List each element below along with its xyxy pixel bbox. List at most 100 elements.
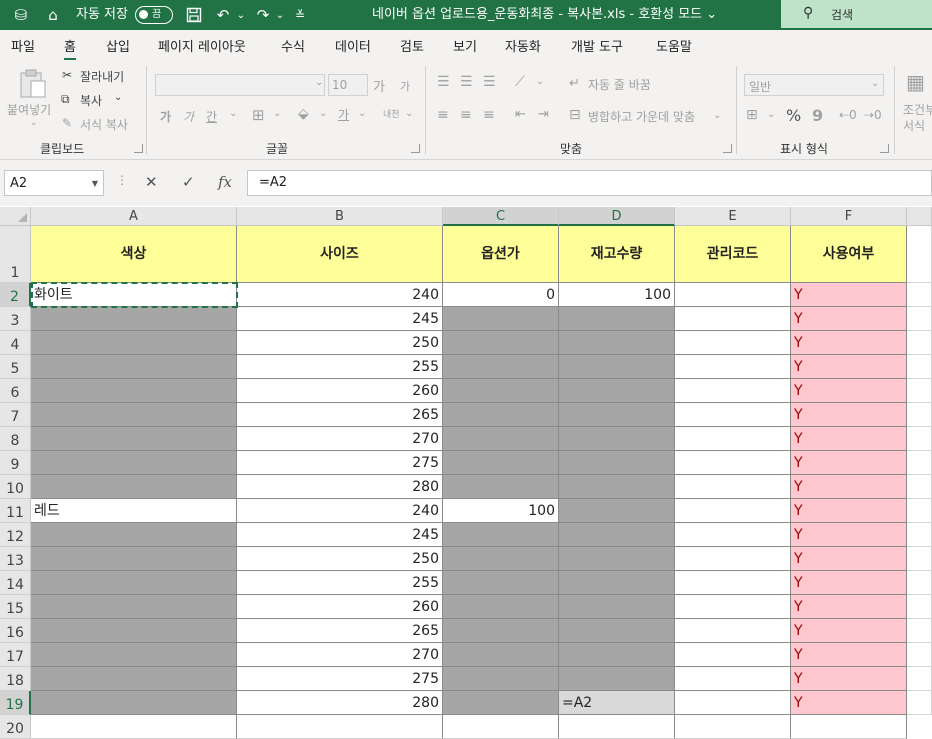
- undo-dropdown-icon[interactable]: ⌄: [235, 0, 247, 30]
- name-box-dropdown-icon[interactable]: ▼: [92, 179, 98, 188]
- header-cell[interactable]: 사이즈: [237, 226, 443, 283]
- table-cell[interactable]: 270: [237, 643, 443, 667]
- bold-button[interactable]: 가: [160, 108, 171, 125]
- header-cell[interactable]: 색상: [31, 226, 237, 283]
- cut-icon[interactable]: ✂: [62, 68, 72, 82]
- table-cell[interactable]: Y: [791, 619, 907, 643]
- table-cell[interactable]: [675, 499, 791, 523]
- table-cell[interactable]: [31, 571, 237, 595]
- row-header-11[interactable]: 11: [0, 499, 31, 523]
- table-cell[interactable]: [791, 715, 907, 739]
- table-cell[interactable]: [31, 619, 237, 643]
- column-header-b[interactable]: B: [237, 207, 443, 226]
- table-cell[interactable]: =A2: [559, 691, 675, 715]
- column-header-a[interactable]: A: [31, 207, 237, 226]
- borders-dropdown-icon[interactable]: ⌄: [273, 108, 281, 119]
- table-cell[interactable]: [31, 595, 237, 619]
- table-cell[interactable]: 화이트: [31, 283, 237, 307]
- table-cell[interactable]: [675, 475, 791, 499]
- table-cell[interactable]: Y: [791, 307, 907, 331]
- table-cell[interactable]: 260: [237, 379, 443, 403]
- table-cell[interactable]: [675, 307, 791, 331]
- fill-color-icon[interactable]: ⬙: [298, 106, 309, 122]
- table-cell[interactable]: [559, 523, 675, 547]
- table-cell[interactable]: [559, 643, 675, 667]
- table-cell[interactable]: [559, 331, 675, 355]
- table-cell[interactable]: Y: [791, 643, 907, 667]
- table-cell[interactable]: [675, 571, 791, 595]
- table-cell[interactable]: [31, 667, 237, 691]
- table-cell[interactable]: [443, 667, 559, 691]
- decrease-indent-icon[interactable]: ⇤: [515, 107, 526, 122]
- paste-button[interactable]: 붙여넣기: [7, 101, 51, 118]
- row-header-15[interactable]: 15: [0, 595, 31, 619]
- table-cell[interactable]: [559, 571, 675, 595]
- undo-icon[interactable]: ↶: [212, 0, 234, 30]
- table-cell[interactable]: [907, 691, 932, 715]
- table-cell[interactable]: [443, 379, 559, 403]
- table-cell[interactable]: [31, 547, 237, 571]
- table-cell[interactable]: [907, 499, 932, 523]
- table-cell[interactable]: [675, 355, 791, 379]
- clipboard-launcher-icon[interactable]: [134, 144, 143, 153]
- table-cell[interactable]: Y: [791, 451, 907, 475]
- row-header-17[interactable]: 17: [0, 643, 31, 667]
- table-cell[interactable]: Y: [791, 547, 907, 571]
- phonetic-button[interactable]: 내천: [383, 107, 400, 120]
- tab-home[interactable]: 홈: [64, 36, 76, 61]
- wrap-text-button[interactable]: 자동 줄 바꿈: [588, 76, 651, 93]
- row-header-7[interactable]: 7: [0, 403, 31, 427]
- table-cell[interactable]: 275: [237, 451, 443, 475]
- table-cell[interactable]: Y: [791, 499, 907, 523]
- font-color-button[interactable]: 가: [338, 106, 349, 123]
- table-cell[interactable]: Y: [791, 475, 907, 499]
- table-cell[interactable]: Y: [791, 691, 907, 715]
- copy-dropdown-icon[interactable]: ⌄: [114, 92, 122, 103]
- row-header-12[interactable]: 12: [0, 523, 31, 547]
- table-cell[interactable]: [907, 283, 932, 307]
- table-cell[interactable]: [907, 427, 932, 451]
- table-cell[interactable]: [559, 379, 675, 403]
- tab-review[interactable]: 검토: [400, 36, 424, 55]
- table-cell[interactable]: [559, 475, 675, 499]
- accounting-format-icon[interactable]: ⊞: [746, 107, 758, 123]
- table-cell[interactable]: [559, 715, 675, 739]
- format-painter-icon[interactable]: ✎: [62, 116, 72, 130]
- percent-button[interactable]: %: [786, 106, 801, 125]
- increase-decimal-icon[interactable]: ⇠0: [839, 108, 857, 122]
- table-cell[interactable]: [443, 619, 559, 643]
- increase-indent-icon[interactable]: ⇥: [538, 107, 549, 122]
- header-cell[interactable]: 사용여부: [791, 226, 907, 283]
- tab-developer[interactable]: 개발 도구: [571, 36, 623, 55]
- table-cell[interactable]: [907, 475, 932, 499]
- table-cell[interactable]: Y: [791, 331, 907, 355]
- table-cell[interactable]: [675, 427, 791, 451]
- table-cell[interactable]: [675, 691, 791, 715]
- table-cell[interactable]: 0: [443, 283, 559, 307]
- insert-function-icon[interactable]: fx: [218, 173, 232, 191]
- header-cell[interactable]: 관리코드: [675, 226, 791, 283]
- table-cell[interactable]: [31, 643, 237, 667]
- paste-icon[interactable]: [18, 68, 48, 100]
- table-cell[interactable]: [559, 355, 675, 379]
- column-header-e[interactable]: E: [675, 207, 791, 226]
- table-cell[interactable]: [559, 595, 675, 619]
- table-cell[interactable]: [907, 307, 932, 331]
- comma-style-button[interactable]: 9: [812, 106, 823, 125]
- copy-button[interactable]: 복사: [80, 92, 102, 109]
- table-cell[interactable]: Y: [791, 283, 907, 307]
- row-header-4[interactable]: 4: [0, 331, 31, 355]
- italic-button[interactable]: 가: [183, 108, 194, 125]
- merge-dropdown-icon[interactable]: ⌄: [713, 110, 721, 121]
- row-header-19[interactable]: 19: [0, 691, 31, 715]
- conditional-formatting-line2[interactable]: 서식: [903, 117, 925, 134]
- table-cell[interactable]: [443, 595, 559, 619]
- row-header-20[interactable]: 20: [0, 715, 31, 739]
- align-left-icon[interactable]: ≡: [437, 107, 449, 123]
- table-cell[interactable]: [907, 355, 932, 379]
- table-cell[interactable]: 280: [237, 475, 443, 499]
- table-cell[interactable]: [559, 451, 675, 475]
- select-all-button[interactable]: [0, 207, 31, 226]
- table-cell[interactable]: [675, 451, 791, 475]
- document-title[interactable]: 네이버 옵션 업로드용_운동화최종 - 복사본.xls - 호환성 모드 ⌄: [372, 0, 717, 30]
